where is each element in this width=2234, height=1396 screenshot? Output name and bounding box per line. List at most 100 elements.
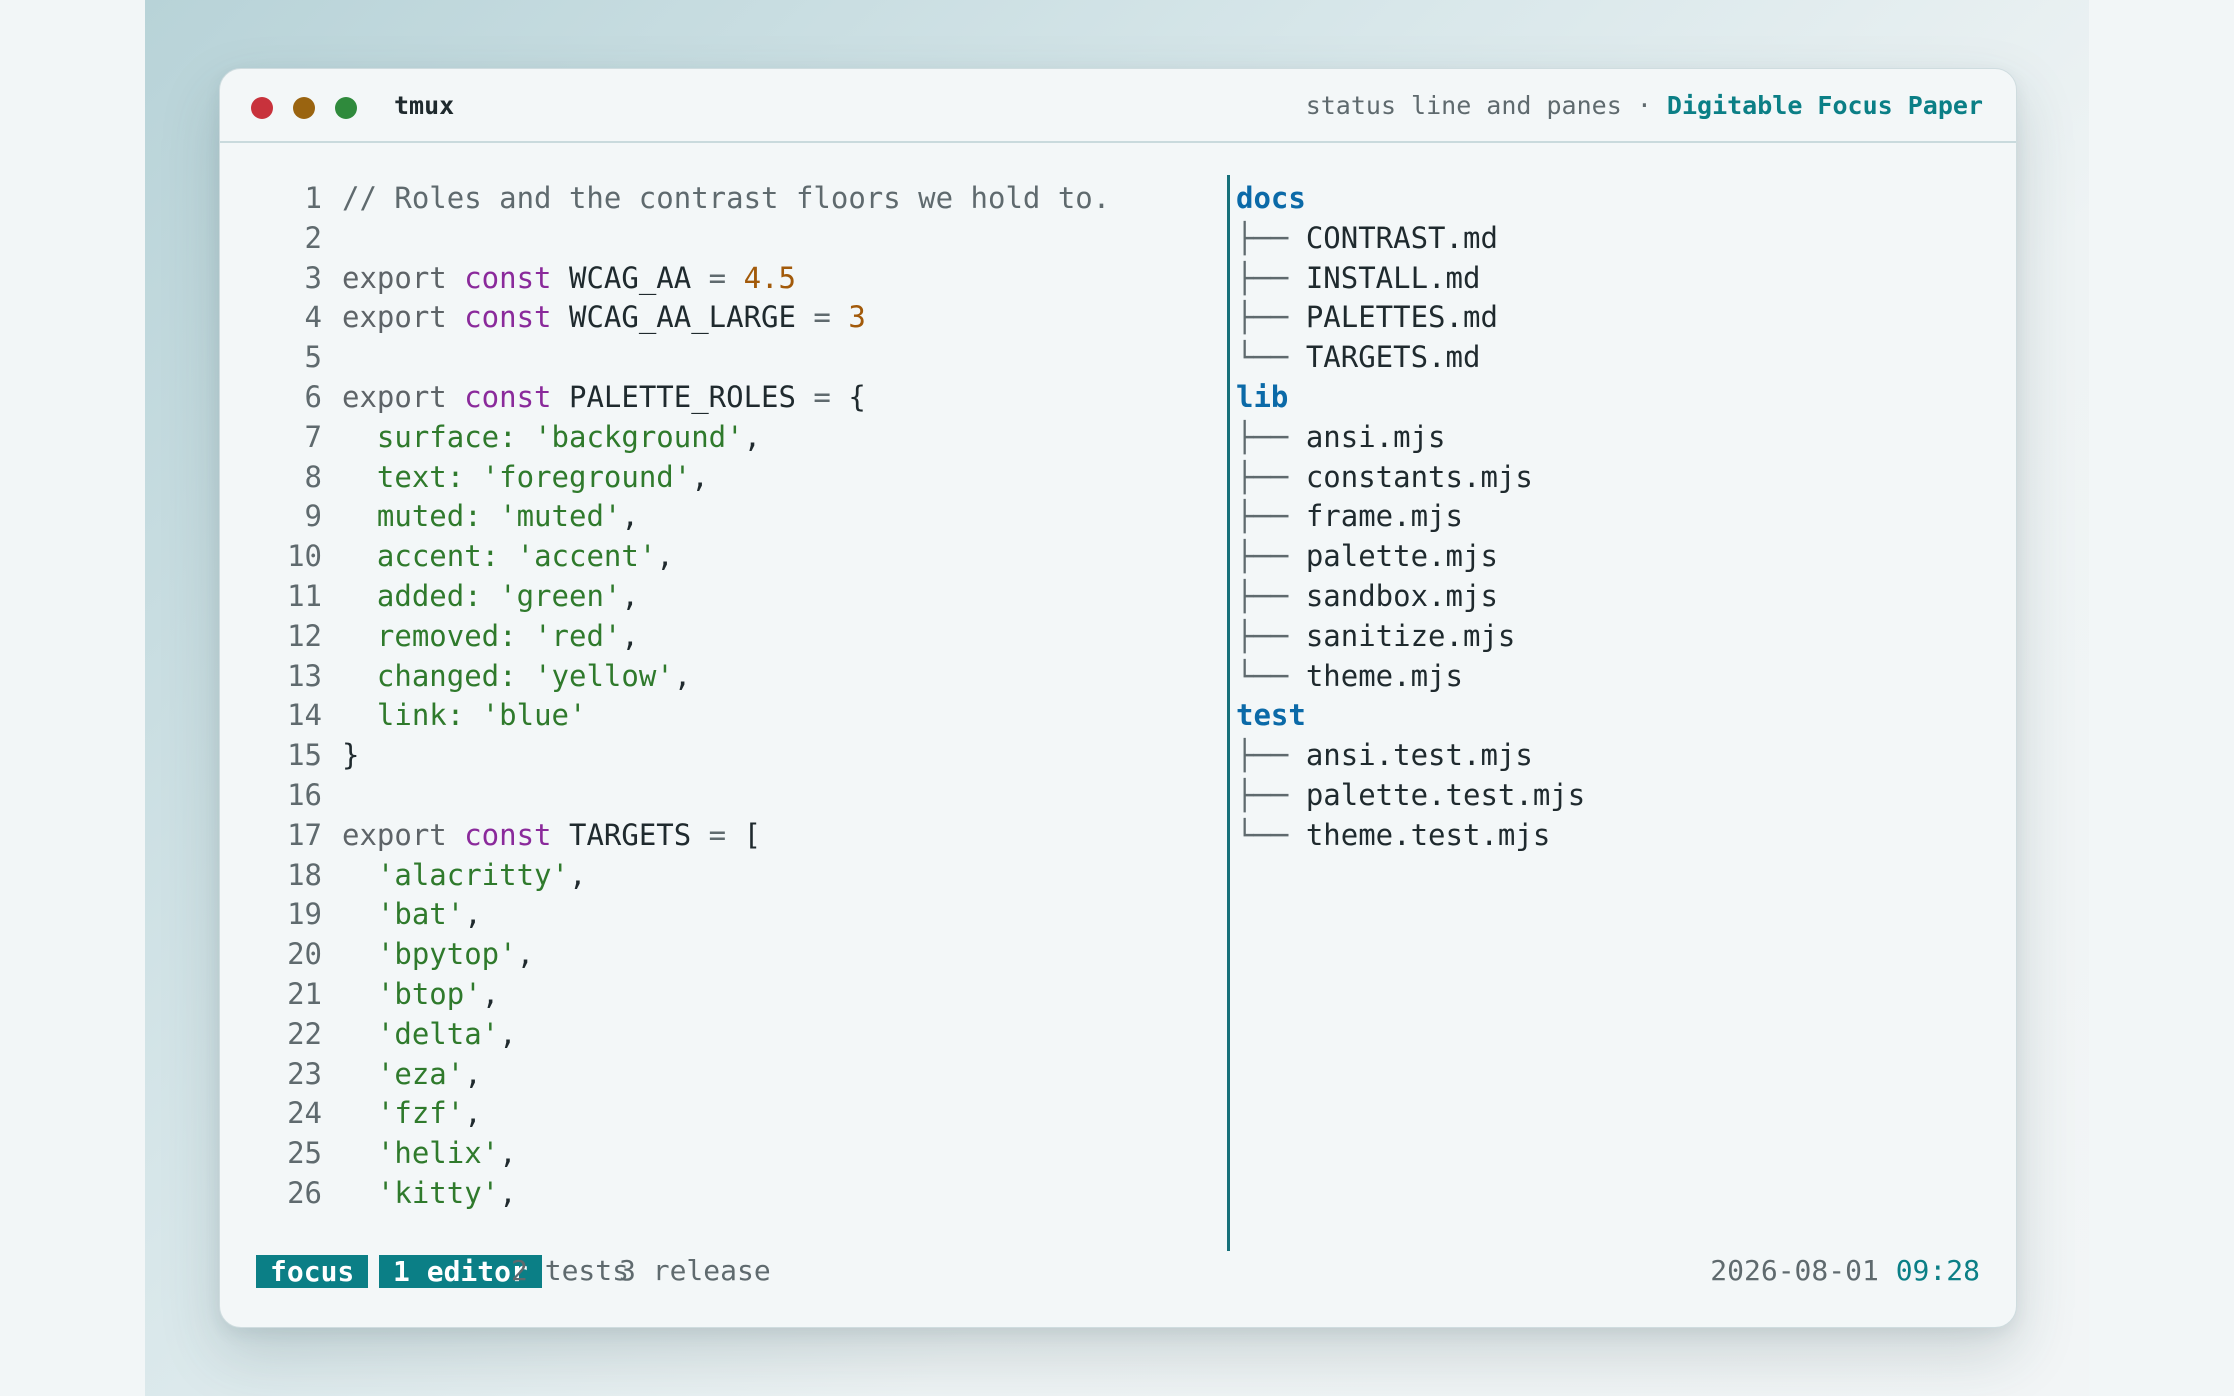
code-line[interactable]: 22 'delta', [220,1015,1220,1055]
code-token: { [848,379,866,414]
pane-divider[interactable] [1227,175,1230,1251]
code-token: , [464,1096,482,1131]
code-line[interactable]: 23 'eza', [220,1055,1220,1095]
code-line[interactable]: 26 'kitty', [220,1174,1220,1214]
tree-file[interactable]: └── theme.test.mjs [1236,816,1585,856]
code-text: 'kitty', [342,1174,517,1214]
code-text: 'bpytop', [342,935,534,975]
code-line[interactable]: 9 muted: 'muted', [220,497,1220,537]
code-token: const [464,300,569,335]
window-tab-release[interactable]: 3 release [619,1251,771,1291]
file-name: frame.mjs [1305,499,1463,534]
code-token: export [342,260,465,295]
code-token: WCAG_AA [568,260,709,295]
code-token: , [499,1136,517,1171]
code-token: surface: [342,419,535,454]
code-text: 'btop', [342,975,499,1015]
tree-file[interactable]: ├── sanitize.mjs [1236,617,1585,657]
code-line[interactable]: 3 export const WCAG_AA = 4.5 [220,259,1220,299]
code-token: 'blue' [481,698,587,733]
code-line[interactable]: 20 'bpytop', [220,935,1220,975]
line-number: 25 [287,1136,322,1171]
code-line[interactable]: 14 link: 'blue' [220,696,1220,736]
file-name: PALETTES.md [1305,300,1498,335]
status-clock: 2026-08-01 09:28 [1710,1251,1980,1291]
tree-directory[interactable]: lib [1236,378,1585,418]
line-number: 23 [287,1056,322,1091]
code-line[interactable]: 13 changed: 'yellow', [220,657,1220,697]
code-token: // Roles and the contrast floors we hold… [342,181,1111,215]
tree-file[interactable]: ├── palette.mjs [1236,537,1585,577]
code-token: , [673,658,692,693]
tree-directory[interactable]: test [1236,696,1585,736]
code-line[interactable]: 11 added: 'green', [220,577,1220,617]
code-line[interactable]: 10 accent: 'accent', [220,537,1220,577]
tree-file[interactable]: ├── CONTRAST.md [1236,219,1585,259]
code-token: 'accent' [516,539,657,574]
code-line[interactable]: 7 surface: 'background', [220,418,1220,458]
tree-file[interactable]: ├── ansi.test.mjs [1236,736,1585,776]
code-line[interactable]: 25 'helix', [220,1134,1220,1174]
directory-name: docs [1236,181,1306,215]
code-token: 'alacritty' [342,857,569,892]
tree-file[interactable]: ├── palette.test.mjs [1236,776,1585,816]
editor-pane[interactable]: 1 // Roles and the contrast floors we hol… [220,179,1220,1214]
file-tree-pane[interactable]: docs ├── CONTRAST.md ├── INSTALL.md ├── PAL… [1236,179,1585,856]
code-token: 'red' [534,618,622,653]
line-number: 13 [287,658,322,693]
code-token: 'bat' [342,897,465,932]
code-token: WCAG_AA_LARGE [568,300,814,335]
code-line[interactable]: 17 export const TARGETS = [ [220,816,1220,856]
code-token: = [813,300,849,335]
window-tab-tests[interactable]: 2 tests [511,1251,629,1291]
close-button[interactable] [251,97,273,119]
minimize-button[interactable] [293,97,315,119]
tree-file[interactable]: ├── sandbox.mjs [1236,577,1585,617]
code-token: , [621,578,639,613]
tree-file[interactable]: ├── ansi.mjs [1236,418,1585,458]
file-name: INSTALL.md [1305,260,1481,295]
status-date: 2026-08-01 [1710,1254,1879,1287]
file-name: ansi.mjs [1305,419,1446,454]
code-line[interactable]: 5 [220,338,1220,378]
code-token: [ [743,817,762,852]
code-line[interactable]: 4 export const WCAG_AA_LARGE = 3 [220,298,1220,338]
line-number: 6 [304,379,322,414]
tree-file[interactable]: └── theme.mjs [1236,657,1585,697]
tree-file[interactable]: ├── frame.mjs [1236,497,1585,537]
code-token: 'muted' [499,499,622,534]
code-token: 'foreground' [481,459,692,494]
line-number: 24 [287,1096,322,1131]
code-line[interactable]: 1 // Roles and the contrast floors we hol… [220,179,1220,219]
code-line[interactable]: 8 text: 'foreground', [220,458,1220,498]
tree-file[interactable]: ├── INSTALL.md [1236,259,1585,299]
code-line[interactable]: 12 removed: 'red', [220,617,1220,657]
file-name: sanitize.mjs [1305,618,1516,653]
code-text: 'delta', [342,1015,517,1055]
code-token: , [621,499,639,534]
tree-file[interactable]: └── TARGETS.md [1236,338,1585,378]
line-number: 4 [304,300,322,335]
code-text: export const WCAG_AA_LARGE = 3 [342,298,866,338]
line-number: 22 [287,1016,322,1051]
code-line[interactable]: 18 'alacritty', [220,856,1220,896]
maximize-button[interactable] [335,97,357,119]
code-line[interactable]: 19 'bat', [220,895,1220,935]
code-token: , [656,539,674,574]
terminal-window: tmux status line and panes · Digitable F… [219,68,2017,1328]
tree-file[interactable]: ├── PALETTES.md [1236,298,1585,338]
code-line[interactable]: 21 'btop', [220,975,1220,1015]
code-line[interactable]: 24 'fzf', [220,1094,1220,1134]
code-token: 'eza' [342,1056,465,1091]
tree-directory[interactable]: docs [1236,179,1585,219]
code-token: export [342,817,465,852]
code-line[interactable]: 16 [220,776,1220,816]
code-line[interactable]: 15} [220,736,1220,776]
code-line[interactable]: 2 [220,219,1220,259]
tree-file[interactable]: ├── constants.mjs [1236,458,1585,498]
code-line[interactable]: 6 export const PALETTE_ROLES = { [220,378,1220,418]
theme-name: Digitable Focus Paper [1666,91,1983,120]
line-number: 21 [287,976,322,1011]
code-token: const [464,817,569,852]
session-badge[interactable]: focus [256,1255,369,1288]
